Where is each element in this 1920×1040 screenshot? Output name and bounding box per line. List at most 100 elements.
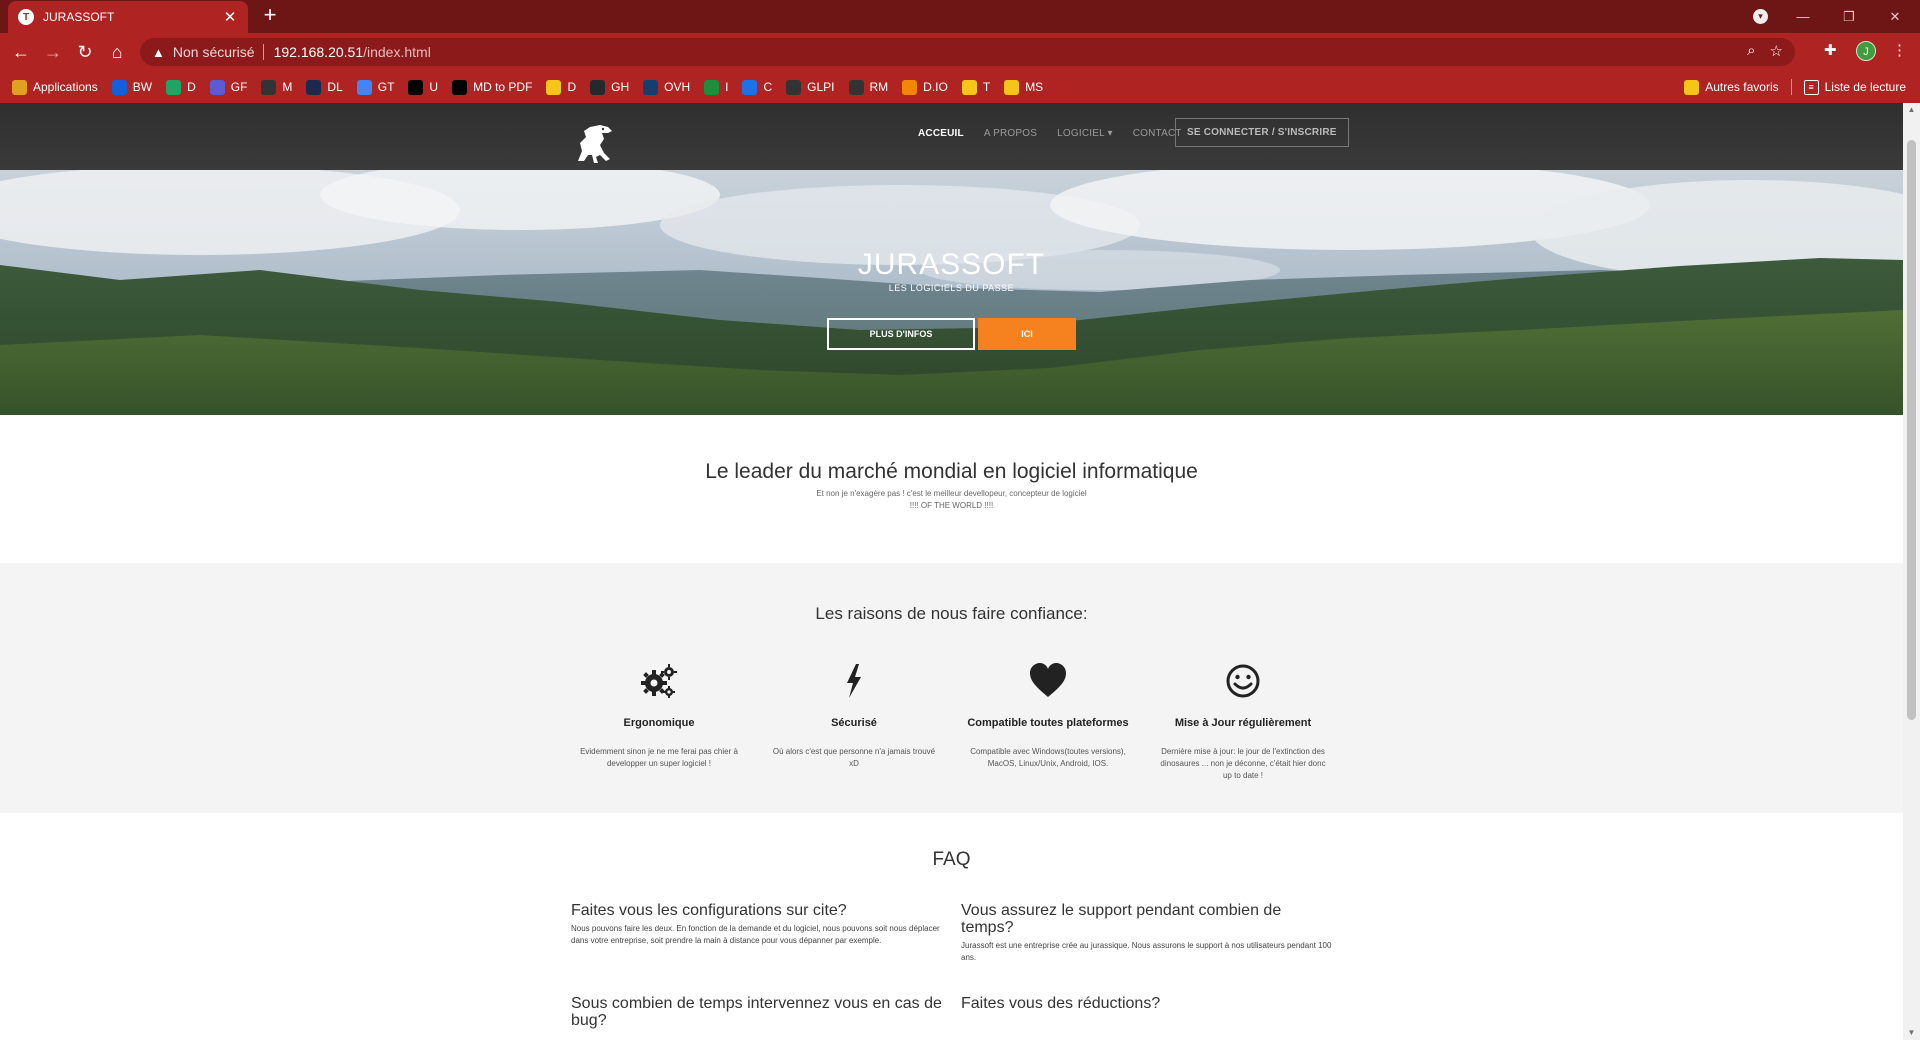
lead-text-line1: Et non je n'exagère pas ! c'est le meill… xyxy=(816,489,1087,498)
bookmark-favicon-icon xyxy=(452,79,468,95)
bookmark-label: GH xyxy=(611,80,630,94)
feature-card: Mise à Jour régulièrement Dernière mise … xyxy=(1158,661,1328,782)
bookmark-favicon-icon xyxy=(209,79,225,95)
bookmark-item[interactable]: MS xyxy=(1004,79,1044,95)
faq-question: Faites vous des réductions? xyxy=(961,995,1161,1012)
heart-icon xyxy=(1030,663,1066,697)
bookmark-item[interactable]: GT xyxy=(356,79,394,95)
bookmark-favicon-icon xyxy=(848,79,864,95)
bookmark-item[interactable]: C xyxy=(742,79,773,95)
feature-card: Ergonomique Evidemment sinon je ne me fe… xyxy=(574,661,744,770)
bookmark-item[interactable]: BW xyxy=(111,79,153,95)
bookmark-item[interactable]: MD to PDF xyxy=(452,79,533,95)
new-tab-button[interactable]: + xyxy=(258,4,282,28)
hero-subtitle: LES LOGICIELS DU PASSE xyxy=(888,283,1015,293)
back-icon[interactable]: ← xyxy=(10,41,32,63)
lightning-icon xyxy=(847,664,861,698)
menu-kebab-icon[interactable]: ⋮ xyxy=(1892,41,1907,59)
bookmark-label: MD to PDF xyxy=(473,80,533,94)
bookmark-item[interactable]: D xyxy=(166,79,196,95)
security-label: Non sécurisé xyxy=(172,44,255,60)
feature-title: Sécurisé xyxy=(831,717,877,729)
more-info-button[interactable]: PLUS D'INFOS xyxy=(827,318,975,350)
profile-avatar[interactable]: J xyxy=(1856,41,1876,61)
bookmark-favicon-icon xyxy=(306,79,322,95)
bookmark-item[interactable]: I xyxy=(704,79,728,95)
page-viewport: ACCEUIL A PROPOS LOGICIEL ▾ CONTACT SE C… xyxy=(0,103,1920,1040)
close-window-icon[interactable]: ✕ xyxy=(1872,9,1918,25)
bookmark-label: RM xyxy=(869,80,889,94)
bookmark-label: MS xyxy=(1025,80,1044,94)
tab-title: JURASSOFT xyxy=(43,10,115,24)
tab-search-icon[interactable]: ▾ xyxy=(1753,9,1768,24)
faq-item: Sous combien de temps intervennez vous e… xyxy=(571,995,943,1033)
tab-favicon-icon: T xyxy=(18,9,34,25)
faq-question: Sous combien de temps intervennez vous e… xyxy=(571,995,942,1029)
scroll-up-icon[interactable]: ▲ xyxy=(1903,103,1920,117)
nav-about[interactable]: A PROPOS xyxy=(984,128,1037,139)
lead-section: Le leader du marché mondial en logiciel … xyxy=(0,415,1903,563)
reading-list[interactable]: ≡ Liste de lecture xyxy=(1803,79,1906,95)
dinosaur-logo-icon[interactable] xyxy=(570,121,616,165)
feature-card: Sécurisé Où alors c'est que personne n'a… xyxy=(769,661,939,770)
url-host: 192.168.20.51 xyxy=(273,44,364,60)
apps-grid-icon xyxy=(12,79,27,95)
reload-icon[interactable]: ↻ xyxy=(74,41,96,63)
smiley-icon xyxy=(1226,664,1260,698)
url-path: /index.html xyxy=(363,44,431,60)
login-register-button[interactable]: SE CONNECTER / S'INSCRIRE xyxy=(1175,118,1349,147)
nav-software[interactable]: LOGICIEL ▾ xyxy=(1057,128,1113,139)
faq-item: Vous assurez le support pendant combien … xyxy=(961,902,1333,964)
bookmark-label: C xyxy=(763,80,773,94)
bookmark-label: BW xyxy=(132,80,153,94)
address-bar[interactable]: ▲ Non sécurisé 192.168.20.51/index.html … xyxy=(140,38,1795,66)
nav-home[interactable]: ACCEUIL xyxy=(918,128,964,139)
bookmark-item[interactable]: GLPI xyxy=(786,79,835,95)
faq-question: Vous assurez le support pendant combien … xyxy=(961,902,1282,936)
bookmark-star-icon[interactable]: ☆ xyxy=(1770,42,1783,60)
close-tab-icon[interactable]: ✕ xyxy=(222,8,238,26)
here-button[interactable]: ICI xyxy=(978,318,1076,350)
zoom-icon[interactable]: ⌕ xyxy=(1747,42,1755,60)
bookmark-favicon-icon xyxy=(356,79,372,95)
bookmark-item[interactable]: Applications xyxy=(12,79,98,95)
reasons-title: Les raisons de nous faire confiance: xyxy=(815,604,1088,623)
faq-answer: Jurassoft est une entreprise crée au jur… xyxy=(961,941,1332,962)
bookmark-favicon-icon xyxy=(643,79,659,95)
extensions-icon[interactable]: ✚ xyxy=(1824,41,1837,59)
faq-answer: Nous pouvons faire les deux. En fonction… xyxy=(571,924,940,945)
bookmark-item[interactable]: U xyxy=(408,79,438,95)
minimize-icon[interactable]: — xyxy=(1780,9,1826,24)
restore-icon[interactable]: ❐ xyxy=(1826,9,1872,25)
home-icon[interactable]: ⌂ xyxy=(106,41,128,63)
bookmarks-bar: Applications BW D GF M DL GT U MD to PDF D GH OVH I C… xyxy=(0,71,1920,103)
bookmark-item[interactable]: GH xyxy=(590,79,630,95)
bookmark-item[interactable]: D.IO xyxy=(902,79,948,95)
bookmark-label: DL xyxy=(327,80,343,94)
bookmark-item[interactable]: GF xyxy=(209,79,247,95)
divider xyxy=(1790,79,1792,95)
forward-icon[interactable]: → xyxy=(42,41,64,63)
feature-text: Où alors c'est que personne n'a jamais t… xyxy=(772,747,936,768)
other-bookmarks[interactable]: Autres favoris xyxy=(1684,79,1779,95)
bookmark-favicon-icon xyxy=(590,79,606,95)
bookmark-item[interactable]: DL xyxy=(306,79,343,95)
faq-item: Faites vous des réductions? xyxy=(961,995,1333,1016)
page-scrollbar[interactable]: ▲ ▼ xyxy=(1903,103,1920,1040)
lead-title: Le leader du marché mondial en logiciel … xyxy=(705,460,1198,483)
bookmark-item[interactable]: OVH xyxy=(643,79,691,95)
browser-tab[interactable]: T JURASSOFT ✕ xyxy=(8,1,248,33)
faq-question: Faites vous les configurations sur cite? xyxy=(571,902,847,919)
scrollbar-thumb[interactable] xyxy=(1907,140,1916,720)
bookmark-item[interactable]: T xyxy=(961,79,990,95)
bookmark-item[interactable]: RM xyxy=(848,79,889,95)
bookmark-label: OVH xyxy=(664,80,691,94)
warning-icon: ▲ xyxy=(152,44,165,60)
bookmark-item[interactable]: D xyxy=(546,79,576,95)
bookmark-favicon-icon xyxy=(704,79,720,95)
tab-bar: T JURASSOFT ✕ + ▾ — ❐ ✕ xyxy=(0,0,1920,33)
bookmark-item[interactable]: M xyxy=(261,79,292,95)
bookmark-favicon-icon xyxy=(742,79,758,95)
folder-icon xyxy=(1684,79,1700,95)
scroll-down-icon[interactable]: ▼ xyxy=(1903,1026,1920,1040)
